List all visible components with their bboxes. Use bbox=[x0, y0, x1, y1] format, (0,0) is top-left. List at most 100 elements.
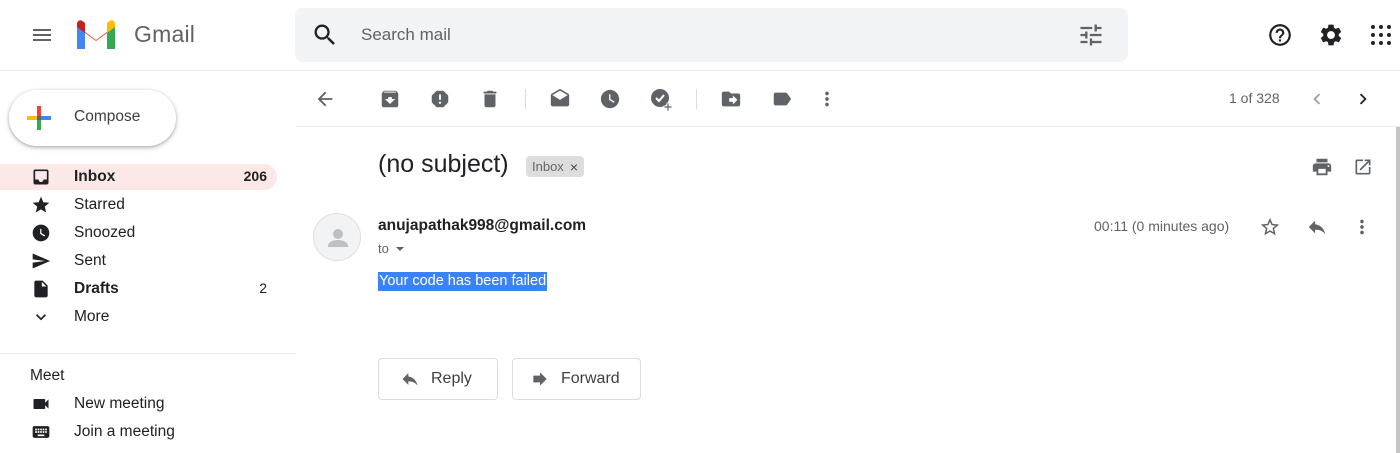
caret-down-icon bbox=[395, 246, 404, 251]
pagination-count: 1 of 328 bbox=[1229, 90, 1280, 106]
sidebar-item-label: More bbox=[74, 308, 110, 325]
join-meeting-link[interactable]: Join a meeting bbox=[0, 419, 277, 445]
meet-item-label: Join a meeting bbox=[74, 423, 175, 440]
move-to-icon bbox=[721, 91, 741, 107]
toolbar-separator bbox=[696, 89, 697, 109]
compose-label: Compose bbox=[74, 108, 141, 125]
search-icon[interactable] bbox=[311, 21, 339, 49]
add-to-tasks-button[interactable] bbox=[642, 80, 680, 118]
star-message-button[interactable] bbox=[1253, 210, 1287, 244]
delete-button[interactable] bbox=[471, 80, 509, 118]
report-spam-button[interactable] bbox=[421, 80, 459, 118]
forward-button[interactable]: Forward bbox=[512, 358, 641, 400]
sidebar-item-label: Inbox bbox=[74, 168, 116, 185]
compose-button[interactable]: Compose bbox=[9, 90, 176, 146]
inbox-icon bbox=[30, 166, 52, 188]
newer-button[interactable] bbox=[1298, 80, 1336, 118]
sidebar-item-drafts[interactable]: Drafts 2 bbox=[0, 276, 277, 302]
gmail-logo[interactable] bbox=[74, 18, 118, 52]
meet-item-label: New meeting bbox=[74, 395, 165, 412]
add-to-tasks-icon bbox=[651, 89, 673, 111]
label-icon bbox=[773, 92, 792, 106]
sidebar-item-label: Sent bbox=[74, 252, 106, 269]
star-icon bbox=[30, 194, 52, 216]
settings-button[interactable] bbox=[1311, 15, 1351, 55]
reply-icon bbox=[1308, 220, 1326, 235]
remove-label-button[interactable]: × bbox=[570, 159, 578, 175]
sidebar-item-snoozed[interactable]: Snoozed bbox=[0, 220, 277, 246]
back-button[interactable] bbox=[306, 80, 344, 118]
more-options-button[interactable] bbox=[808, 80, 846, 118]
sidebar-item-label: Starred bbox=[74, 196, 125, 213]
sidebar-item-label: Snoozed bbox=[74, 224, 136, 241]
sender-email[interactable]: anujapathak998@gmail.com bbox=[378, 217, 586, 235]
clock-icon bbox=[30, 222, 52, 244]
reply-button[interactable]: Reply bbox=[378, 358, 498, 400]
star-outline-icon bbox=[1260, 217, 1280, 236]
sidebar-item-label: Drafts bbox=[74, 280, 119, 297]
draft-icon bbox=[30, 278, 52, 300]
chevron-left-icon bbox=[1313, 93, 1321, 105]
search-input[interactable] bbox=[361, 8, 1061, 62]
support-button[interactable] bbox=[1260, 15, 1300, 55]
sidebar-divider bbox=[0, 353, 296, 354]
back-arrow-icon bbox=[317, 91, 333, 107]
archive-button[interactable] bbox=[371, 80, 409, 118]
apps-grid-icon bbox=[1371, 25, 1391, 45]
snooze-icon bbox=[600, 89, 620, 109]
snooze-button[interactable] bbox=[591, 80, 629, 118]
message-body[interactable]: Your code has been failed bbox=[378, 272, 548, 291]
sidebar-item-inbox[interactable]: Inbox 206 bbox=[0, 164, 277, 190]
more-vert-icon bbox=[1360, 219, 1364, 235]
meet-heading: Meet bbox=[30, 367, 65, 384]
older-button[interactable] bbox=[1344, 80, 1382, 118]
reply-arrow-icon bbox=[399, 368, 421, 390]
mark-unread-button[interactable] bbox=[541, 80, 579, 118]
mark-unread-icon bbox=[550, 88, 570, 107]
top-bar: Gmail bbox=[0, 0, 1400, 71]
person-icon bbox=[328, 229, 348, 247]
chevron-right-icon bbox=[1359, 93, 1367, 105]
reply-icon-button[interactable] bbox=[1300, 210, 1334, 244]
menu-icon bbox=[33, 29, 51, 41]
videocam-icon bbox=[30, 393, 52, 415]
scrollbar[interactable] bbox=[1396, 127, 1400, 453]
sidebar-item-more[interactable]: More bbox=[0, 304, 277, 330]
sidebar-item-starred[interactable]: Starred bbox=[0, 192, 277, 218]
search-bar[interactable] bbox=[295, 8, 1128, 62]
move-to-button[interactable] bbox=[712, 80, 750, 118]
main-menu-button[interactable] bbox=[22, 15, 62, 55]
gmail-logo-icon bbox=[77, 20, 115, 49]
help-icon bbox=[1269, 24, 1291, 46]
send-icon bbox=[30, 250, 52, 272]
gear-icon bbox=[1320, 24, 1342, 46]
reply-label: Reply bbox=[431, 370, 472, 387]
draft-count: 2 bbox=[259, 280, 267, 296]
print-all-button[interactable] bbox=[1305, 150, 1339, 184]
to-label: to bbox=[378, 241, 389, 256]
search-options-icon[interactable] bbox=[1077, 21, 1105, 49]
inbox-label-chip[interactable]: Inbox × bbox=[526, 156, 584, 177]
open-new-window-button[interactable] bbox=[1346, 150, 1380, 184]
message-timestamp: 00:11 (0 minutes ago) bbox=[1094, 218, 1230, 234]
forward-arrow-icon bbox=[529, 368, 551, 390]
plus-icon bbox=[27, 106, 51, 130]
forward-label: Forward bbox=[561, 370, 620, 387]
labels-button[interactable] bbox=[763, 80, 801, 118]
sidebar-item-sent[interactable]: Sent bbox=[0, 248, 277, 274]
recipient-details-toggle[interactable]: to bbox=[378, 241, 405, 256]
chevron-down-icon bbox=[30, 306, 52, 328]
message-toolbar: 1 of 328 bbox=[296, 72, 1400, 127]
more-vert-icon bbox=[825, 91, 829, 107]
open-in-new-icon bbox=[1355, 159, 1371, 175]
new-meeting-link[interactable]: New meeting bbox=[0, 391, 277, 417]
print-icon bbox=[1312, 158, 1332, 176]
apps-button[interactable] bbox=[1361, 15, 1400, 55]
avatar[interactable] bbox=[313, 213, 361, 261]
archive-icon bbox=[381, 90, 399, 108]
message-more-button[interactable] bbox=[1345, 210, 1379, 244]
message-subject: (no subject) bbox=[378, 150, 509, 178]
label-chip-text: Inbox bbox=[532, 159, 564, 174]
keyboard-icon bbox=[30, 421, 52, 443]
app-name: Gmail bbox=[134, 21, 196, 47]
